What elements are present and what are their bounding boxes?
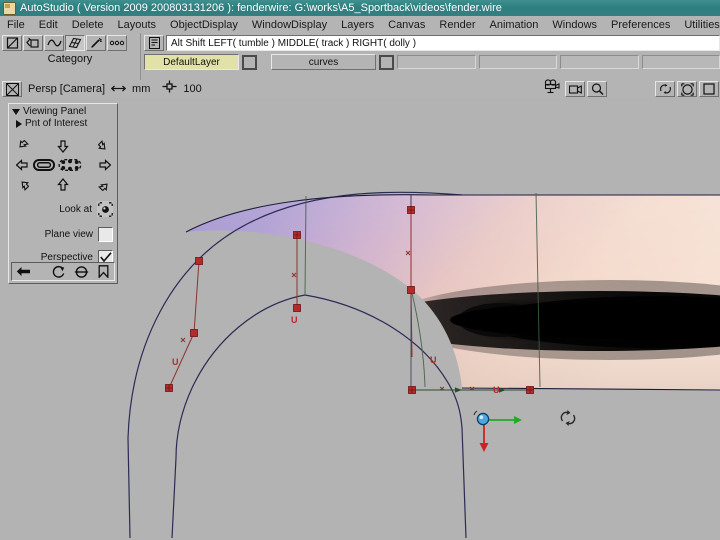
view-info-bar: Persp [Camera] mm 100 [0,79,720,99]
look-at-target-icon[interactable] [97,201,113,217]
nav-arrow-down-left[interactable] [13,175,31,193]
pick-tool-icon[interactable] [2,35,22,51]
menu-item-layers[interactable]: Layers [334,17,381,33]
transform-tool-icon[interactable] [23,35,43,51]
viewing-panel-title: Viewing Panel [23,106,87,117]
menu-item-animation[interactable]: Animation [483,17,546,33]
chevron-down-icon[interactable] [12,108,20,115]
current-object-field[interactable]: curves [271,54,376,70]
navigation-arrow-grid [13,137,113,193]
rotate-reset-icon[interactable] [48,263,70,280]
menu-item-canvas[interactable]: Canvas [381,17,432,33]
back-arrow-icon[interactable] [12,263,34,280]
plane-view-checkbox[interactable] [98,226,113,242]
autostudio-app-icon [3,1,16,15]
menu-item-layouts[interactable]: Layouts [111,17,164,33]
arrows-horizontal-icon [110,80,127,98]
plane-view-label: Plane view [44,228,93,240]
svg-text:U: U [430,355,437,365]
fender-surface [186,194,720,390]
pnt-of-interest-header[interactable]: Pnt of Interest [9,117,117,129]
svg-text:U: U [291,315,298,325]
menu-item-objectdisplay[interactable]: ObjectDisplay [163,17,245,33]
layer-color-swatch[interactable] [242,54,257,70]
cycle-view-icon[interactable] [655,81,675,97]
pnt-of-interest-label: Pnt of Interest [25,118,88,129]
menu-item-windows[interactable]: Windows [545,17,604,33]
menu-item-utilities[interactable]: Utilities [677,17,720,33]
title-bar: AutoStudio ( Version 2009 200803131206 )… [0,0,720,16]
nav-orbit-filled-icon[interactable] [33,156,55,174]
prompt-row: Alt Shift LEFT( tumble ) MIDDLE( track )… [144,35,720,51]
nav-arrow-up-right[interactable] [95,137,113,155]
svg-text:U: U [493,385,500,395]
category-label: Category [47,53,93,65]
surface-tool-icon[interactable] [65,35,85,51]
info-field-2[interactable] [478,55,557,69]
perspective-label: Perspective [40,251,93,263]
chevron-right-icon[interactable] [16,119,22,128]
nav-orbit-dashed-icon[interactable] [58,156,82,174]
magnifier-icon[interactable] [587,81,607,97]
viewing-panel-footer [11,262,115,281]
rotate-cycle-cursor [560,410,576,426]
menu-item-file[interactable]: File [0,17,32,33]
nav-arrow-up-left[interactable] [13,137,31,155]
nav-arrow-down-right[interactable] [95,175,113,193]
bookmark-icon[interactable] [92,263,114,280]
locator-tool-icon[interactable] [86,35,106,51]
look-at-row: Look at [13,200,113,218]
menu-item-render[interactable]: Render [432,17,482,33]
translate-manipulator[interactable] [473,410,522,452]
menu-item-preferences[interactable]: Preferences [604,17,677,33]
nav-arrow-right[interactable] [95,156,113,174]
pan-reset-icon[interactable] [70,263,92,280]
layer-row: DefaultLayer curves [144,54,720,70]
nav-arrow-up[interactable] [54,137,72,155]
menu-item-windowdisplay[interactable]: WindowDisplay [245,17,334,33]
curve-tool-icon[interactable] [44,35,64,51]
fit-view-icon[interactable] [677,81,697,97]
nav-arrow-down[interactable] [54,175,72,193]
current-layer-field[interactable]: DefaultLayer [144,54,239,70]
grid-value-label: 100 [183,83,202,95]
toolbar-divider [140,33,141,80]
info-field-4[interactable] [641,55,720,69]
toolbar-zone: Category Alt Shift LEFT( tumble ) MIDDLE… [0,33,720,80]
menu-item-delete[interactable]: Delete [65,17,111,33]
view-name-label: Persp [Camera] [28,83,106,95]
autostudio-window: AutoStudio ( Version 2009 200803131206 )… [0,0,720,540]
menu-bar: File Edit Delete Layouts ObjectDisplay W… [0,16,720,34]
menu-item-edit[interactable]: Edit [32,17,65,33]
prompt-list-icon[interactable] [144,35,164,51]
viewing-panel-header[interactable]: Viewing Panel [9,104,117,117]
category-tool-buttons [2,35,127,51]
plane-view-row: Plane view [13,225,113,243]
viewing-panel: Viewing Panel Pnt of Interest Look at Pl… [8,103,118,284]
grid-snap-icon [162,80,177,98]
info-field-3[interactable] [560,55,639,69]
units-label: mm [132,83,151,95]
look-at-label: Look at [59,203,92,215]
svg-text:U: U [172,357,179,367]
nav-arrow-left[interactable] [13,156,31,174]
viewport-close-icon[interactable] [2,81,22,97]
prompt-input[interactable]: Alt Shift LEFT( tumble ) MIDDLE( track )… [166,35,720,51]
more-tools-icon[interactable] [107,35,127,51]
info-field-1[interactable] [397,55,476,69]
window-title: AutoStudio ( Version 2009 200803131206 )… [20,2,502,14]
camera-icon[interactable] [543,79,560,99]
video-camera-icon[interactable] [565,81,585,97]
object-color-swatch[interactable] [379,54,394,70]
maximize-view-icon[interactable] [699,81,719,97]
